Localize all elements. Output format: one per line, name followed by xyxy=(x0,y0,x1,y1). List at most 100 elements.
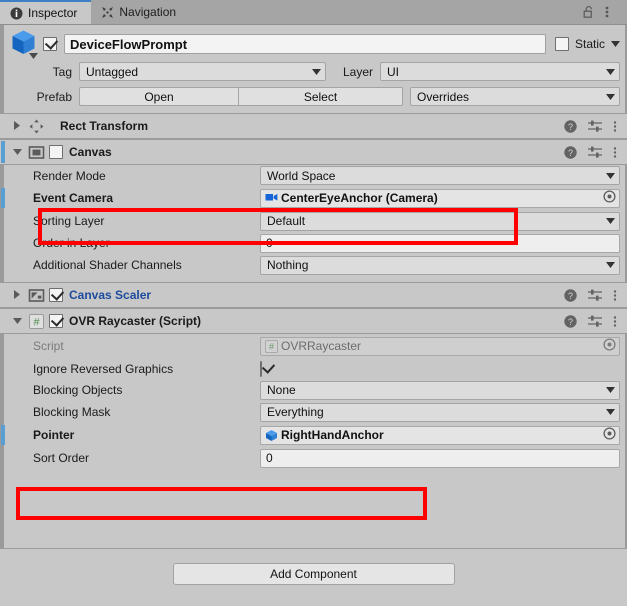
preset-icon[interactable] xyxy=(588,146,602,159)
additional-shader-channels-dropdown[interactable]: Nothing xyxy=(260,255,620,275)
blocking-mask-dropdown[interactable]: Everything xyxy=(260,402,620,422)
component-header-canvas-scaler[interactable]: Canvas Scaler ? xyxy=(0,282,627,308)
ovr-raycaster-enabled-checkbox[interactable] xyxy=(49,314,63,328)
svg-text:?: ? xyxy=(568,121,573,131)
property-field-sort-order[interactable]: 0 xyxy=(260,448,620,468)
property-label-pointer: Pointer xyxy=(33,428,75,442)
property-field-ignore-reversed-graphics[interactable] xyxy=(260,360,620,377)
script-icon: # xyxy=(265,339,278,353)
tab-bar: Inspector Navigation xyxy=(0,0,627,25)
canvas-scaler-enabled-checkbox[interactable] xyxy=(49,288,63,302)
sort-order-input[interactable]: 0 xyxy=(260,448,620,468)
chevron-down-icon[interactable] xyxy=(12,315,25,328)
object-picker-icon[interactable] xyxy=(602,426,617,444)
property-row-additional-shader-channels: Additional Shader Channels Nothing xyxy=(0,254,627,276)
help-icon[interactable]: ? xyxy=(564,119,577,133)
blocking-mask-value: Everything xyxy=(267,405,324,419)
event-camera-object-field[interactable]: CenterEyeAnchor (Camera) xyxy=(260,188,620,208)
component-header-ovr-raycaster[interactable]: # OVR Raycaster (Script) ? xyxy=(0,308,627,334)
prefab-select-button[interactable]: Select xyxy=(239,87,403,106)
sorting-layer-value: Default xyxy=(267,214,306,228)
chevron-down-icon xyxy=(606,383,615,397)
property-field-blocking-mask[interactable]: Everything xyxy=(260,402,620,422)
blocking-objects-dropdown[interactable]: None xyxy=(260,380,620,400)
property-field-render-mode[interactable]: World Space xyxy=(260,166,620,185)
prefab-overrides-dropdown[interactable]: Overrides xyxy=(410,87,620,106)
prefab-override-marker xyxy=(1,425,5,445)
kebab-menu-icon[interactable] xyxy=(613,146,617,159)
object-enabled-checkbox[interactable] xyxy=(43,37,57,51)
static-dropdown-icon[interactable] xyxy=(611,37,620,51)
chevron-right-icon[interactable] xyxy=(12,120,25,133)
preset-icon[interactable] xyxy=(588,289,602,302)
tag-value: Untagged xyxy=(86,64,139,79)
lock-open-icon[interactable] xyxy=(583,5,596,20)
tag-layer-row: Tag Untagged Layer UI xyxy=(7,59,620,84)
tag-dropdown[interactable]: Untagged xyxy=(79,62,326,81)
property-label-ignore-reversed-graphics: Ignore Reversed Graphics xyxy=(33,361,174,376)
help-icon[interactable]: ? xyxy=(564,145,577,159)
prefab-cube-icon[interactable] xyxy=(7,27,41,61)
tab-navigation[interactable]: Navigation xyxy=(91,0,190,24)
prefab-overrides-label: Overrides xyxy=(417,89,470,104)
property-field-blocking-objects[interactable]: None xyxy=(260,380,620,400)
object-picker-icon[interactable] xyxy=(602,189,617,207)
help-icon[interactable]: ? xyxy=(564,288,577,302)
pointer-value: RightHandAnchor xyxy=(281,428,384,442)
component-title-rect-transform: Rect Transform xyxy=(60,119,149,133)
tab-inspector[interactable]: Inspector xyxy=(0,0,92,24)
ignore-reversed-graphics-checkbox[interactable] xyxy=(260,360,262,377)
property-field-pointer[interactable]: RightHandAnchor xyxy=(260,425,620,445)
property-field-additional-shader-channels[interactable]: Nothing xyxy=(260,255,620,275)
property-label-order-in-layer: Order in Layer xyxy=(33,236,110,250)
rect-transform-icon xyxy=(28,118,45,135)
property-label-additional-shader-channels: Additional Shader Channels xyxy=(33,258,182,272)
object-name-value: DeviceFlowPrompt xyxy=(70,36,188,52)
add-component-button[interactable]: Add Component xyxy=(172,563,455,585)
svg-text:#: # xyxy=(33,316,40,328)
preset-icon[interactable] xyxy=(588,315,602,328)
layer-value: UI xyxy=(387,64,399,79)
layer-dropdown[interactable]: UI xyxy=(380,62,620,81)
property-field-order-in-layer[interactable]: 0 xyxy=(260,233,620,253)
object-name-field[interactable]: DeviceFlowPrompt xyxy=(64,34,546,54)
script-value: OVRRaycaster xyxy=(281,339,362,353)
object-name-row: DeviceFlowPrompt Static xyxy=(7,29,620,59)
prefab-open-button[interactable]: Open xyxy=(79,87,239,106)
chevron-down-icon xyxy=(606,169,615,183)
chevron-right-icon[interactable] xyxy=(12,289,25,302)
sorting-layer-dropdown[interactable]: Default xyxy=(260,211,620,231)
property-field-event-camera[interactable]: CenterEyeAnchor (Camera) xyxy=(260,188,620,208)
property-row-pointer: Pointer RightHandAnchor xyxy=(0,423,627,447)
canvas-enabled-checkbox[interactable] xyxy=(49,145,63,159)
kebab-menu-icon[interactable] xyxy=(613,289,617,302)
static-checkbox[interactable] xyxy=(554,37,569,51)
tab-inspector-label: Inspector xyxy=(28,6,78,20)
property-row-order-in-layer: Order in Layer 0 xyxy=(0,232,627,254)
help-icon[interactable]: ? xyxy=(564,314,577,328)
tab-bar-actions xyxy=(583,0,627,24)
component-title-canvas-scaler: Canvas Scaler xyxy=(69,288,152,302)
object-picker-icon[interactable] xyxy=(602,337,617,355)
add-component-label: Add Component xyxy=(270,567,357,581)
component-title-canvas: Canvas xyxy=(69,145,112,159)
chevron-down-icon[interactable] xyxy=(12,146,25,159)
tag-label: Tag xyxy=(52,64,72,79)
component-header-canvas[interactable]: Canvas ? xyxy=(0,139,627,165)
prefab-open-label: Open xyxy=(144,89,174,104)
layer-label: Layer xyxy=(342,64,373,79)
tab-navigation-label: Navigation xyxy=(119,5,177,19)
kebab-menu-icon[interactable] xyxy=(613,315,617,328)
render-mode-dropdown[interactable]: World Space xyxy=(260,166,620,185)
component-header-rect-transform[interactable]: Rect Transform ? xyxy=(0,113,627,139)
prefab-label: Prefab xyxy=(36,89,72,104)
kebab-menu-icon[interactable] xyxy=(605,5,618,20)
order-in-layer-input[interactable]: 0 xyxy=(260,233,620,253)
preset-icon[interactable] xyxy=(588,120,602,133)
kebab-menu-icon[interactable] xyxy=(613,120,617,133)
static-group: Static xyxy=(554,37,620,51)
property-field-sorting-layer[interactable]: Default xyxy=(260,211,620,231)
canvas-scaler-icon xyxy=(28,287,45,304)
property-row-ignore-reversed-graphics: Ignore Reversed Graphics xyxy=(0,358,627,379)
pointer-object-field[interactable]: RightHandAnchor xyxy=(260,425,620,445)
